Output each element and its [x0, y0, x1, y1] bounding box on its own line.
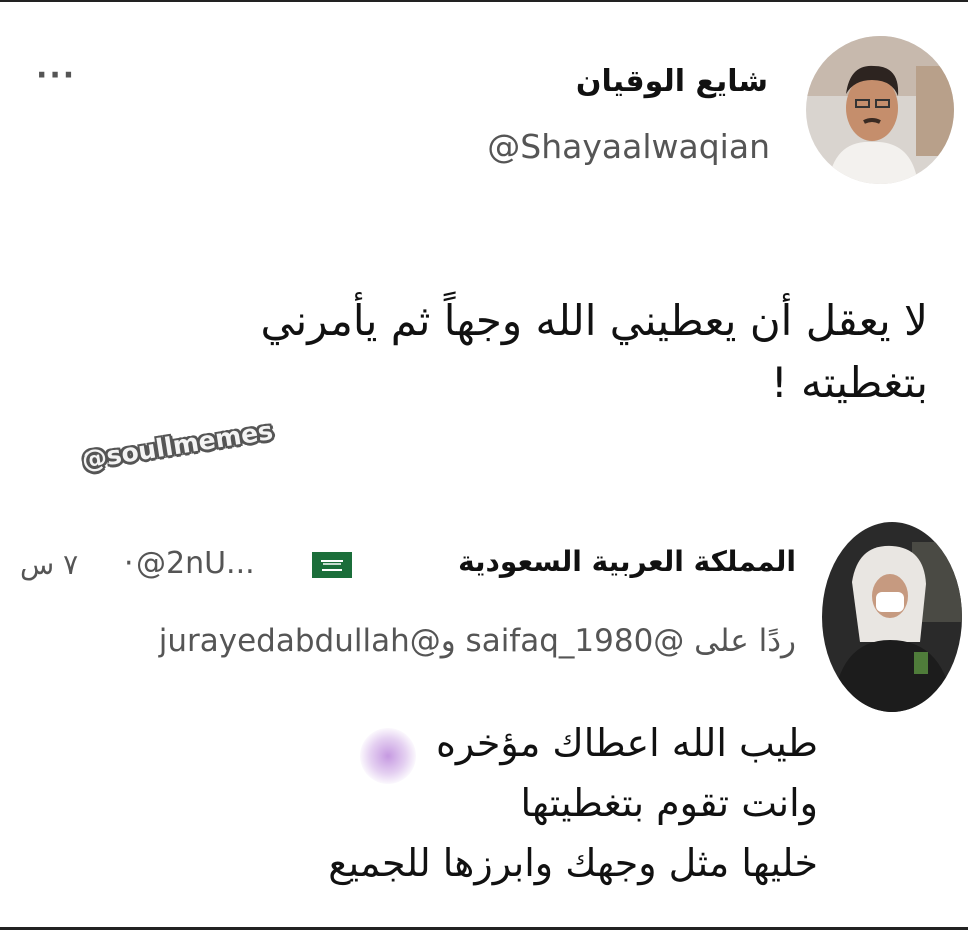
replying-to-handles[interactable]: @saifaq_1980 و@jurayedabdullah: [159, 623, 685, 659]
reply-text-line: طيب الله اعطاك مؤخره: [435, 721, 818, 765]
saudi-flag-icon: [312, 552, 352, 578]
reply-author-handle[interactable]: @2nU...: [136, 546, 255, 581]
reply-text-line: وانت تقوم بتغطيتها: [520, 781, 819, 825]
tweet-text-line: لا يعقل أن يعطيني الله وجهاً ثم يأمرني: [260, 296, 928, 345]
reply-author-name[interactable]: المملكة العربية السعودية: [458, 545, 796, 578]
author-avatar[interactable]: [806, 36, 954, 184]
author-handle[interactable]: @Shayaalwaqian: [487, 127, 770, 166]
tweet-text: لا يعقل أن يعطيني الله وجهاً ثم يأمرني ب…: [28, 290, 928, 414]
reply-text: طيب الله اعطاك مؤخره وانت تقوم بتغطيتها …: [38, 713, 818, 893]
author-name[interactable]: شايع الوقيان: [576, 64, 768, 99]
replying-to: ردًا على @saifaq_1980 و@jurayedabdullah: [159, 623, 796, 659]
meta-separator: ·: [124, 546, 134, 581]
replying-to-prefix: ردًا على: [694, 623, 796, 659]
reply-timestamp[interactable]: ٧ س: [20, 548, 78, 581]
reply-author-avatar[interactable]: [822, 522, 962, 712]
more-options-icon[interactable]: ···: [36, 58, 76, 93]
reply-text-line: خليها مثل وجهك وابرزها للجميع: [328, 841, 818, 885]
tweet-text-line: بتغطيته !: [770, 358, 928, 407]
